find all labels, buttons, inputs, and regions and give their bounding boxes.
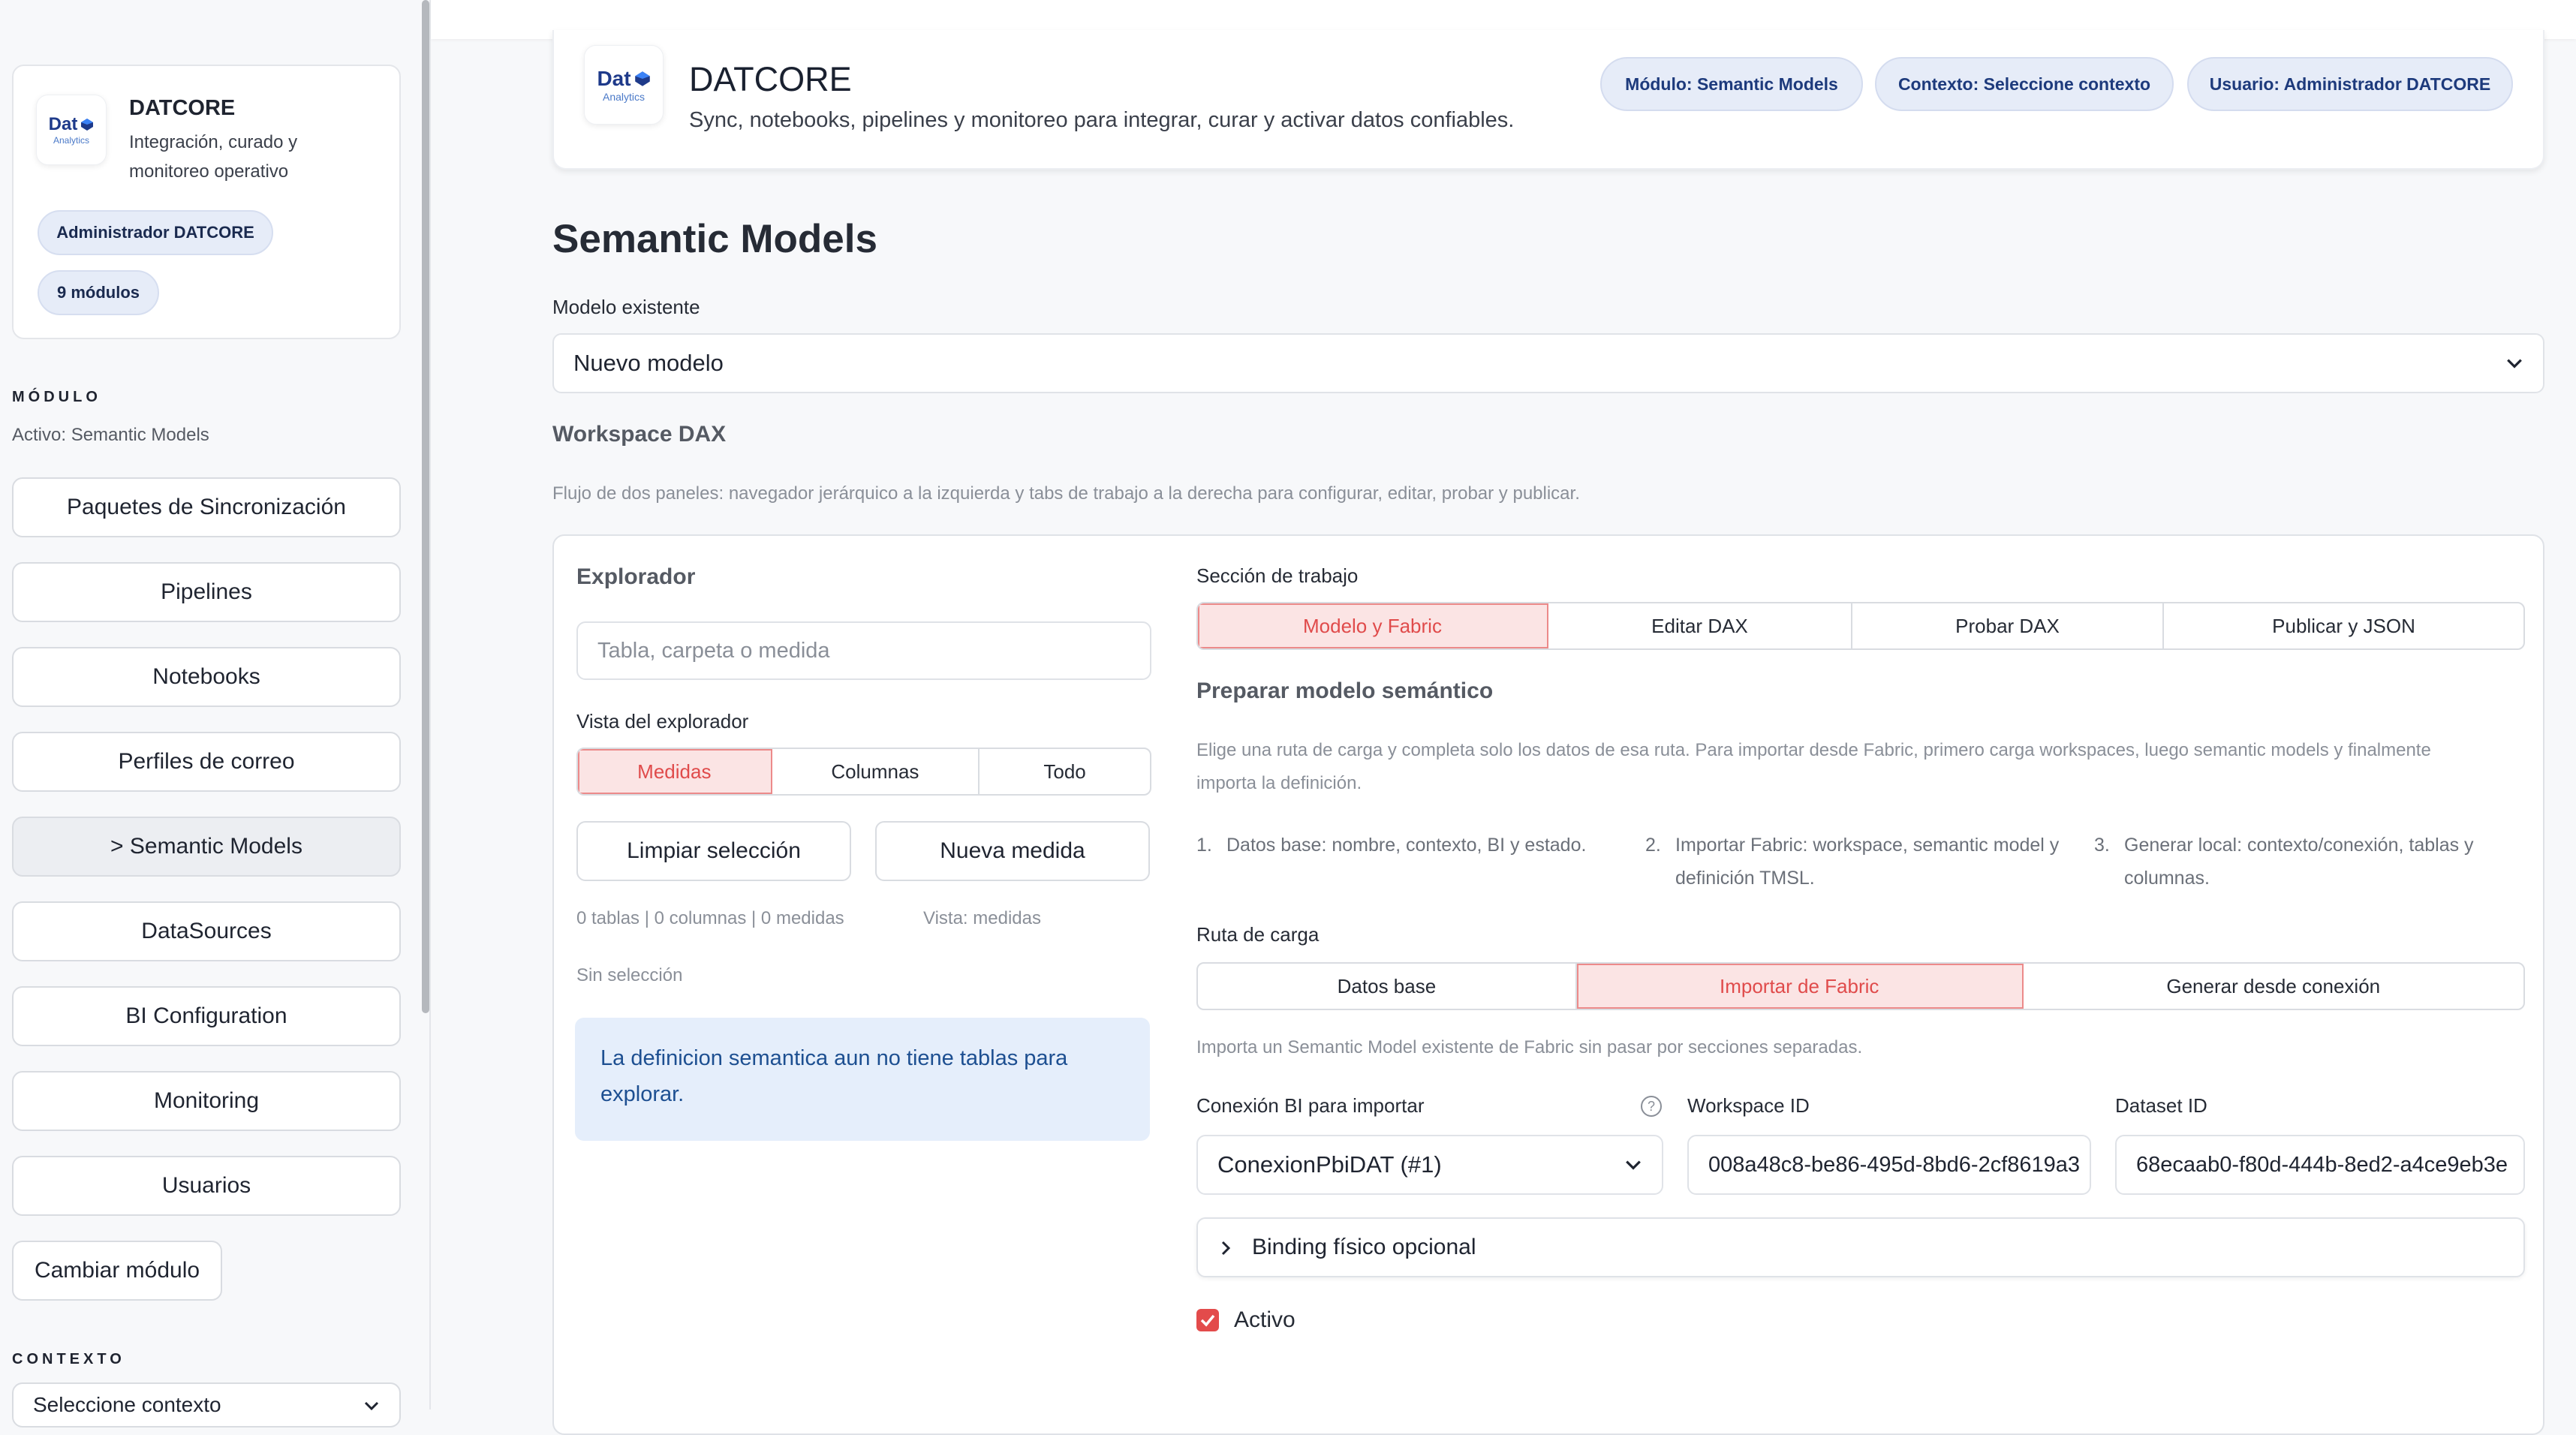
step-3-number: 3. — [2094, 835, 2110, 856]
nav-item-notebooks[interactable]: Notebooks — [12, 647, 401, 707]
workspace-card: Explorador Tabla, carpeta o medida Vista… — [552, 534, 2544, 1435]
brand-title: DATCORE — [129, 96, 236, 120]
binding-expander-label: Binding físico opcional — [1252, 1235, 1476, 1259]
explorer-info-alert: La definicion semantica aun no tiene tab… — [575, 1018, 1150, 1141]
chevron-down-icon — [2507, 359, 2522, 369]
bi-connection-label: Conexión BI para importar — [1196, 1094, 1425, 1117]
tab-model-fabric[interactable]: Modelo y Fabric — [1198, 603, 1548, 648]
work-tabs: Modelo y Fabric Editar DAX Probar DAX Pu… — [1196, 602, 2525, 650]
chevron-down-icon — [1626, 1160, 1641, 1170]
context-section-label: CONTEXTO — [12, 1351, 125, 1367]
nav-item-mail-profiles[interactable]: Perfiles de correo — [12, 732, 401, 792]
binding-expander[interactable]: Binding físico opcional — [1196, 1217, 2525, 1277]
tab-edit-dax[interactable]: Editar DAX — [1548, 603, 1853, 648]
change-module-button[interactable]: Cambiar módulo — [12, 1241, 222, 1301]
model-select-value: Nuevo modelo — [573, 350, 724, 376]
dataset-id-input[interactable]: 68ecaab0-f80d-444b-8ed2-a4ce9eb3e — [2115, 1135, 2525, 1195]
step-1: 1. Datos base: nombre, contexto, BI y es… — [1196, 829, 1617, 896]
explorer-search-input[interactable]: Tabla, carpeta o medida — [576, 621, 1151, 680]
context-badge: Contexto: Seleccione contexto — [1875, 57, 2174, 111]
prepare-description: Elige una ruta de carga y completa solo … — [1196, 740, 2431, 793]
dataset-id-label: Dataset ID — [2115, 1094, 2207, 1117]
header-logo-text: Dat — [597, 67, 631, 90]
step-2-text: Importar Fabric: workspace, semantic mod… — [1675, 835, 2060, 889]
route-label: Ruta de carga — [1196, 923, 1320, 946]
header-logo-subtext: Analytics — [602, 91, 646, 103]
active-checkbox[interactable] — [1196, 1309, 1219, 1331]
context-select-value: Seleccione contexto — [33, 1393, 221, 1416]
step-1-number: 1. — [1196, 835, 1212, 856]
nav-item-datasources[interactable]: DataSources — [12, 901, 401, 961]
sidebar-scrollbar[interactable] — [422, 0, 429, 1013]
nav-item-monitoring[interactable]: Monitoring — [12, 1071, 401, 1131]
help-icon[interactable]: ? — [1641, 1096, 1662, 1117]
explorer-counts: 0 tablas | 0 columnas | 0 medidas — [576, 908, 844, 928]
nav-item-users[interactable]: Usuarios — [12, 1156, 401, 1216]
workspace-id-input[interactable]: 008a48c8-be86-495d-8bd6-2cf8619a3 — [1687, 1135, 2091, 1195]
nav-item-semantic-models[interactable]: > Semantic Models — [12, 817, 401, 877]
brand-logo: Dat Analytics — [36, 95, 107, 165]
explorer-view-label: Vista del explorador — [576, 710, 749, 733]
explorer-title: Explorador — [576, 564, 696, 589]
view-option-columns[interactable]: Columnas — [772, 749, 980, 794]
explorer-view-status: Vista: medidas — [923, 908, 1041, 928]
active-label: Activo — [1234, 1307, 1296, 1332]
sidebar: Dat Analytics DATCORE Integración, curad… — [0, 0, 431, 1427]
header-logo: Dat Analytics — [584, 45, 664, 125]
step-3: 3. Generar local: contexto/conexión, tab… — [2094, 829, 2525, 896]
header-logo-mark-icon — [634, 71, 650, 86]
logo-mark-icon — [81, 119, 94, 131]
step-3-text: Generar local: contexto/conexión, tablas… — [2124, 835, 2474, 889]
module-active-value: Activo: Semantic Models — [12, 425, 209, 445]
module-badge: Módulo: Semantic Models — [1600, 57, 1863, 111]
context-select[interactable]: Seleccione contexto — [12, 1382, 401, 1427]
main-area: Dat Analytics DATCORE Sync, notebooks, p… — [431, 0, 2576, 1435]
new-measure-button[interactable]: Nueva medida — [875, 821, 1150, 881]
route-segmented: Datos base Importar de Fabric Generar de… — [1196, 962, 2525, 1010]
workspace-title: Workspace DAX — [552, 422, 727, 447]
user-badge: Usuario: Administrador DATCORE — [2187, 57, 2513, 111]
prepare-title: Preparar modelo semántico — [1196, 678, 1494, 703]
bi-connection-select[interactable]: ConexionPbiDAT (#1) — [1196, 1135, 1663, 1195]
module-section-label: MÓDULO — [12, 389, 101, 405]
view-option-all[interactable]: Todo — [980, 749, 1150, 794]
explorer-selection-status: Sin selección — [576, 965, 683, 985]
header-subtitle: Sync, notebooks, pipelines y monitoreo p… — [689, 108, 1515, 132]
modules-pill: 9 módulos — [38, 270, 159, 315]
model-label: Modelo existente — [552, 296, 700, 318]
nav-item-pipelines[interactable]: Pipelines — [12, 562, 401, 622]
route-import-fabric[interactable]: Importar de Fabric — [1576, 964, 2024, 1009]
page-title: Semantic Models — [552, 217, 877, 261]
route-generate-connection[interactable]: Generar desde conexión — [2024, 964, 2523, 1009]
route-description: Importa un Semantic Model existente de F… — [1196, 1037, 1863, 1057]
workspace-id-label: Workspace ID — [1687, 1094, 1810, 1117]
route-base-data[interactable]: Datos base — [1198, 964, 1577, 1009]
tab-publish-json[interactable]: Publicar y JSON — [2164, 603, 2523, 648]
workspace-description: Flujo de dos paneles: navegador jerárqui… — [552, 483, 1580, 504]
nav-item-sync-packages[interactable]: Paquetes de Sincronización — [12, 477, 401, 537]
chevron-right-icon — [1221, 1241, 1231, 1256]
brand-subtitle: Integración, curado y monitoreo operativ… — [129, 132, 298, 182]
bi-connection-value: ConexionPbiDAT (#1) — [1217, 1151, 1442, 1178]
tab-test-dax[interactable]: Probar DAX — [1852, 603, 2165, 648]
nav-item-bi-configuration[interactable]: BI Configuration — [12, 986, 401, 1046]
view-option-measures[interactable]: Medidas — [578, 749, 772, 794]
step-2-number: 2. — [1645, 835, 1661, 856]
explorer-view-segmented: Medidas Columnas Todo — [576, 748, 1151, 796]
header-title: DATCORE — [689, 60, 852, 98]
header-card: Dat Analytics DATCORE Sync, notebooks, p… — [552, 30, 2544, 170]
step-2: 2. Importar Fabric: workspace, semantic … — [1645, 829, 2066, 896]
clear-selection-button[interactable]: Limpiar selección — [576, 821, 851, 881]
model-select[interactable]: Nuevo modelo — [552, 333, 2544, 393]
work-section-label: Sección de trabajo — [1196, 564, 1359, 587]
brand-card: Dat Analytics DATCORE Integración, curad… — [12, 65, 401, 339]
logo-text: Dat — [48, 114, 78, 134]
check-icon — [1200, 1314, 1215, 1327]
logo-subtext: Analytics — [53, 135, 90, 146]
step-1-text: Datos base: nombre, contexto, BI y estad… — [1226, 835, 1587, 856]
role-pill: Administrador DATCORE — [38, 210, 273, 255]
